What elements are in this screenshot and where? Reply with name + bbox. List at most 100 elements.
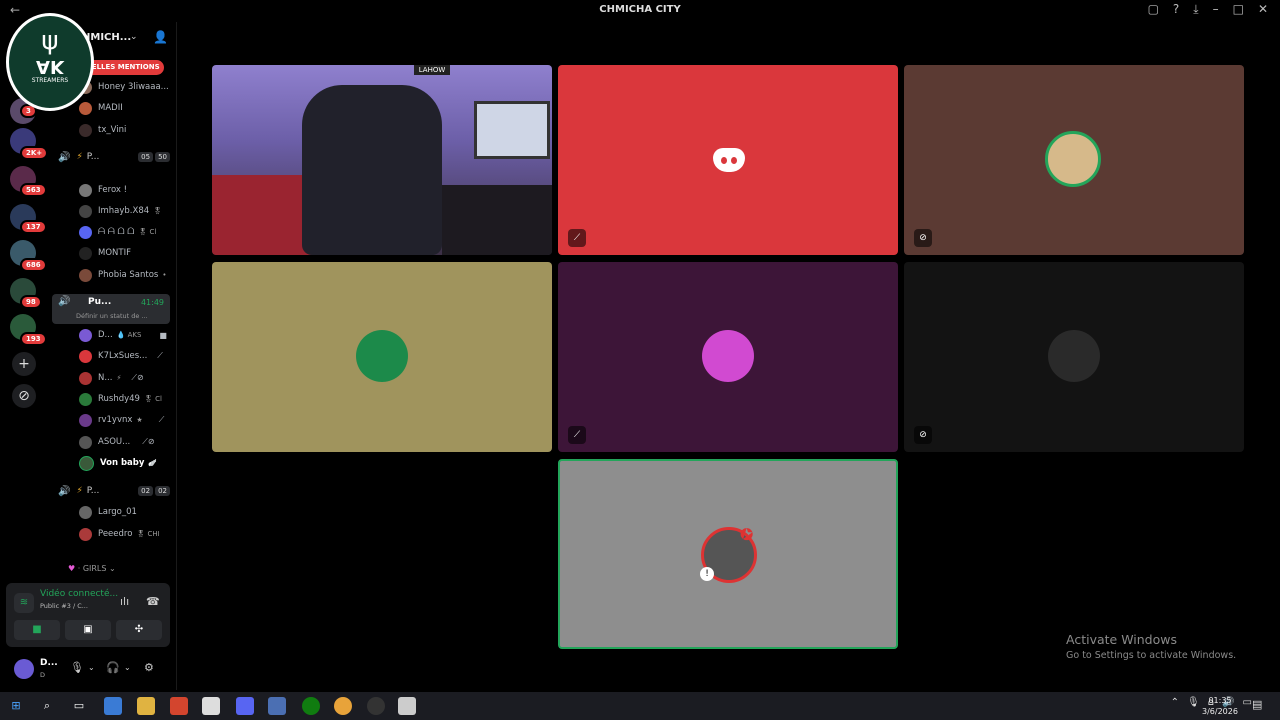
store-icon[interactable]: [202, 697, 220, 715]
chevron-down-icon[interactable]: ⌄: [124, 663, 131, 672]
microphone-icon[interactable]: 🎙: [1187, 697, 1200, 708]
minimize-icon[interactable]: –: [1213, 2, 1219, 17]
list-item[interactable]: MONTIF: [79, 244, 131, 262]
signal-icon[interactable]: ≋: [14, 593, 34, 613]
avatar: [79, 225, 92, 239]
add-server-icon[interactable]: +: [12, 352, 36, 376]
chevron-up-icon[interactable]: ⌃: [1171, 697, 1179, 708]
heart-icon: ♥: [68, 564, 76, 573]
avatar: [356, 330, 408, 382]
copilot-icon[interactable]: [104, 697, 122, 715]
list-item[interactable]: D... 💧 AKS ■: [79, 326, 167, 344]
list-item[interactable]: Honey 3liwaaa...: [79, 78, 169, 96]
activity-button[interactable]: ✣: [116, 620, 162, 640]
user-tag: •: [162, 271, 167, 279]
list-item[interactable]: Phobia Santos •: [79, 266, 166, 284]
category-girls[interactable]: ♥ · GIRLS ⌄: [68, 564, 116, 573]
list-item[interactable]: tx_Vini: [79, 121, 126, 139]
list-item[interactable]: Imhayb.X84 🎖: [79, 202, 162, 220]
chrome-icon[interactable]: [334, 697, 352, 715]
headphones-icon[interactable]: 🎧: [106, 661, 120, 674]
discord-app-icon[interactable]: [236, 697, 254, 715]
maximize-icon[interactable]: □: [1233, 2, 1244, 17]
video-tile-user[interactable]: ⊘: [904, 65, 1244, 255]
user-tag: ★: [136, 416, 143, 424]
chevron-down-icon[interactable]: ⌄: [88, 663, 95, 672]
channel-name: Pu...: [88, 297, 112, 307]
active-voice-channel[interactable]: 🔊 Pu... 41:49 Définir un statut de ...: [52, 294, 170, 324]
gaming-chair-shape: [302, 85, 442, 255]
new-mentions-pill[interactable]: VELLES MENTIONS: [82, 60, 164, 75]
list-item[interactable]: MADII: [79, 99, 123, 117]
list-item[interactable]: Von baby 🪽: [79, 454, 157, 472]
desk-shape: [442, 185, 552, 255]
voice-channel[interactable]: 🔊 ⚡ P... 02 02: [58, 482, 170, 500]
deafen-icon: ⟋⊘: [131, 373, 144, 382]
voice-channel[interactable]: 🔊 ⚡ P... 05 50: [58, 148, 170, 166]
camera-button[interactable]: ■: [14, 620, 60, 640]
voice-status[interactable]: Vidéo connecté...: [40, 589, 118, 599]
set-status-prompt[interactable]: Définir un statut de ...: [76, 312, 148, 320]
explore-icon[interactable]: ⊘: [12, 384, 36, 408]
add-user-icon[interactable]: 👤: [153, 30, 168, 44]
server-badge: 137: [20, 220, 47, 234]
my-username[interactable]: D...: [40, 658, 58, 668]
task-view-icon[interactable]: ▭: [70, 697, 88, 715]
close-icon[interactable]: ✕: [1258, 2, 1268, 17]
video-tile-speaking[interactable]: ✪ !: [558, 459, 898, 649]
help-icon[interactable]: ?: [1173, 2, 1179, 17]
disconnect-icon[interactable]: ☎: [146, 595, 160, 608]
user-count: 05 50: [138, 152, 170, 162]
username: MADII: [98, 103, 123, 113]
xbox-icon[interactable]: [302, 697, 320, 715]
voice-channel-path[interactable]: Public #3 / C...: [40, 602, 88, 610]
microphone-icon[interactable]: 🎙: [70, 661, 84, 674]
username: N...: [98, 373, 113, 383]
window-title: CHMICHA CITY: [599, 4, 681, 15]
avatar: [79, 268, 92, 282]
watermark-subtitle: Go to Settings to activate Windows.: [1066, 650, 1237, 661]
user-tag: 🎖 Cl: [143, 395, 162, 403]
clock-date: 3/6/2026: [1202, 707, 1238, 716]
list-item[interactable]: N... ⚡ ⟋⊘: [79, 369, 144, 387]
bolt-icon: ⚡: [76, 152, 83, 162]
inbox-icon[interactable]: ▢: [1148, 2, 1159, 17]
search-icon[interactable]: ⌕: [38, 697, 56, 715]
list-item[interactable]: Peeedro 🎖 CHI: [79, 525, 160, 543]
chevron-down-icon[interactable]: ⌄: [130, 32, 138, 42]
app-icon[interactable]: [268, 697, 286, 715]
video-tile-user[interactable]: ⊘: [904, 262, 1244, 452]
video-tile-user[interactable]: ⟋: [558, 262, 898, 452]
video-tile-camera[interactable]: LAHOW: [212, 65, 552, 255]
avatar[interactable]: [14, 659, 34, 679]
list-item[interactable]: ASOU... ⟋⊘: [79, 433, 155, 451]
file-explorer-icon[interactable]: [137, 697, 155, 715]
notification-icon[interactable]: ▤: [1252, 698, 1262, 711]
app-icon[interactable]: [398, 697, 416, 715]
username: Imhayb.X84: [98, 206, 150, 216]
server-badge: 2K+: [20, 146, 49, 160]
obs-icon[interactable]: [367, 697, 385, 715]
soundboard-icon[interactable]: ılı: [120, 595, 129, 608]
list-item[interactable]: K7LxSues... ⟋: [79, 347, 163, 365]
gear-icon[interactable]: ⚙: [144, 661, 154, 674]
list-item[interactable]: rv1yvnx ★ ⟋: [79, 411, 164, 429]
brave-browser-icon[interactable]: [170, 697, 188, 715]
username: K7LxSues...: [98, 351, 148, 361]
username: tx_Vini: [98, 125, 127, 135]
avatar: [1045, 131, 1101, 187]
avatar: [79, 371, 92, 385]
streamer-logo: ψ AK STREAMERS: [6, 13, 94, 111]
windows-start-icon[interactable]: ⊞: [7, 697, 25, 715]
screen-share-button[interactable]: ▣: [65, 620, 111, 640]
list-item[interactable]: Rushdy49 🎖 Cl: [79, 390, 162, 408]
system-clock[interactable]: 01:35 3/6/2026: [1202, 695, 1238, 717]
avatar: [79, 527, 92, 541]
download-icon[interactable]: ⤓: [1193, 2, 1198, 17]
list-item[interactable]: Largo_01: [79, 503, 137, 521]
list-item[interactable]: Ferox !: [79, 181, 127, 199]
video-tile-user[interactable]: [212, 262, 552, 452]
video-tile-discord[interactable]: ⟋: [558, 65, 898, 255]
battery-icon[interactable]: ▭: [1243, 697, 1252, 708]
list-item[interactable]: ᗩ ᗩ ᗝ ᗝ 🎖 Cl: [79, 223, 156, 241]
